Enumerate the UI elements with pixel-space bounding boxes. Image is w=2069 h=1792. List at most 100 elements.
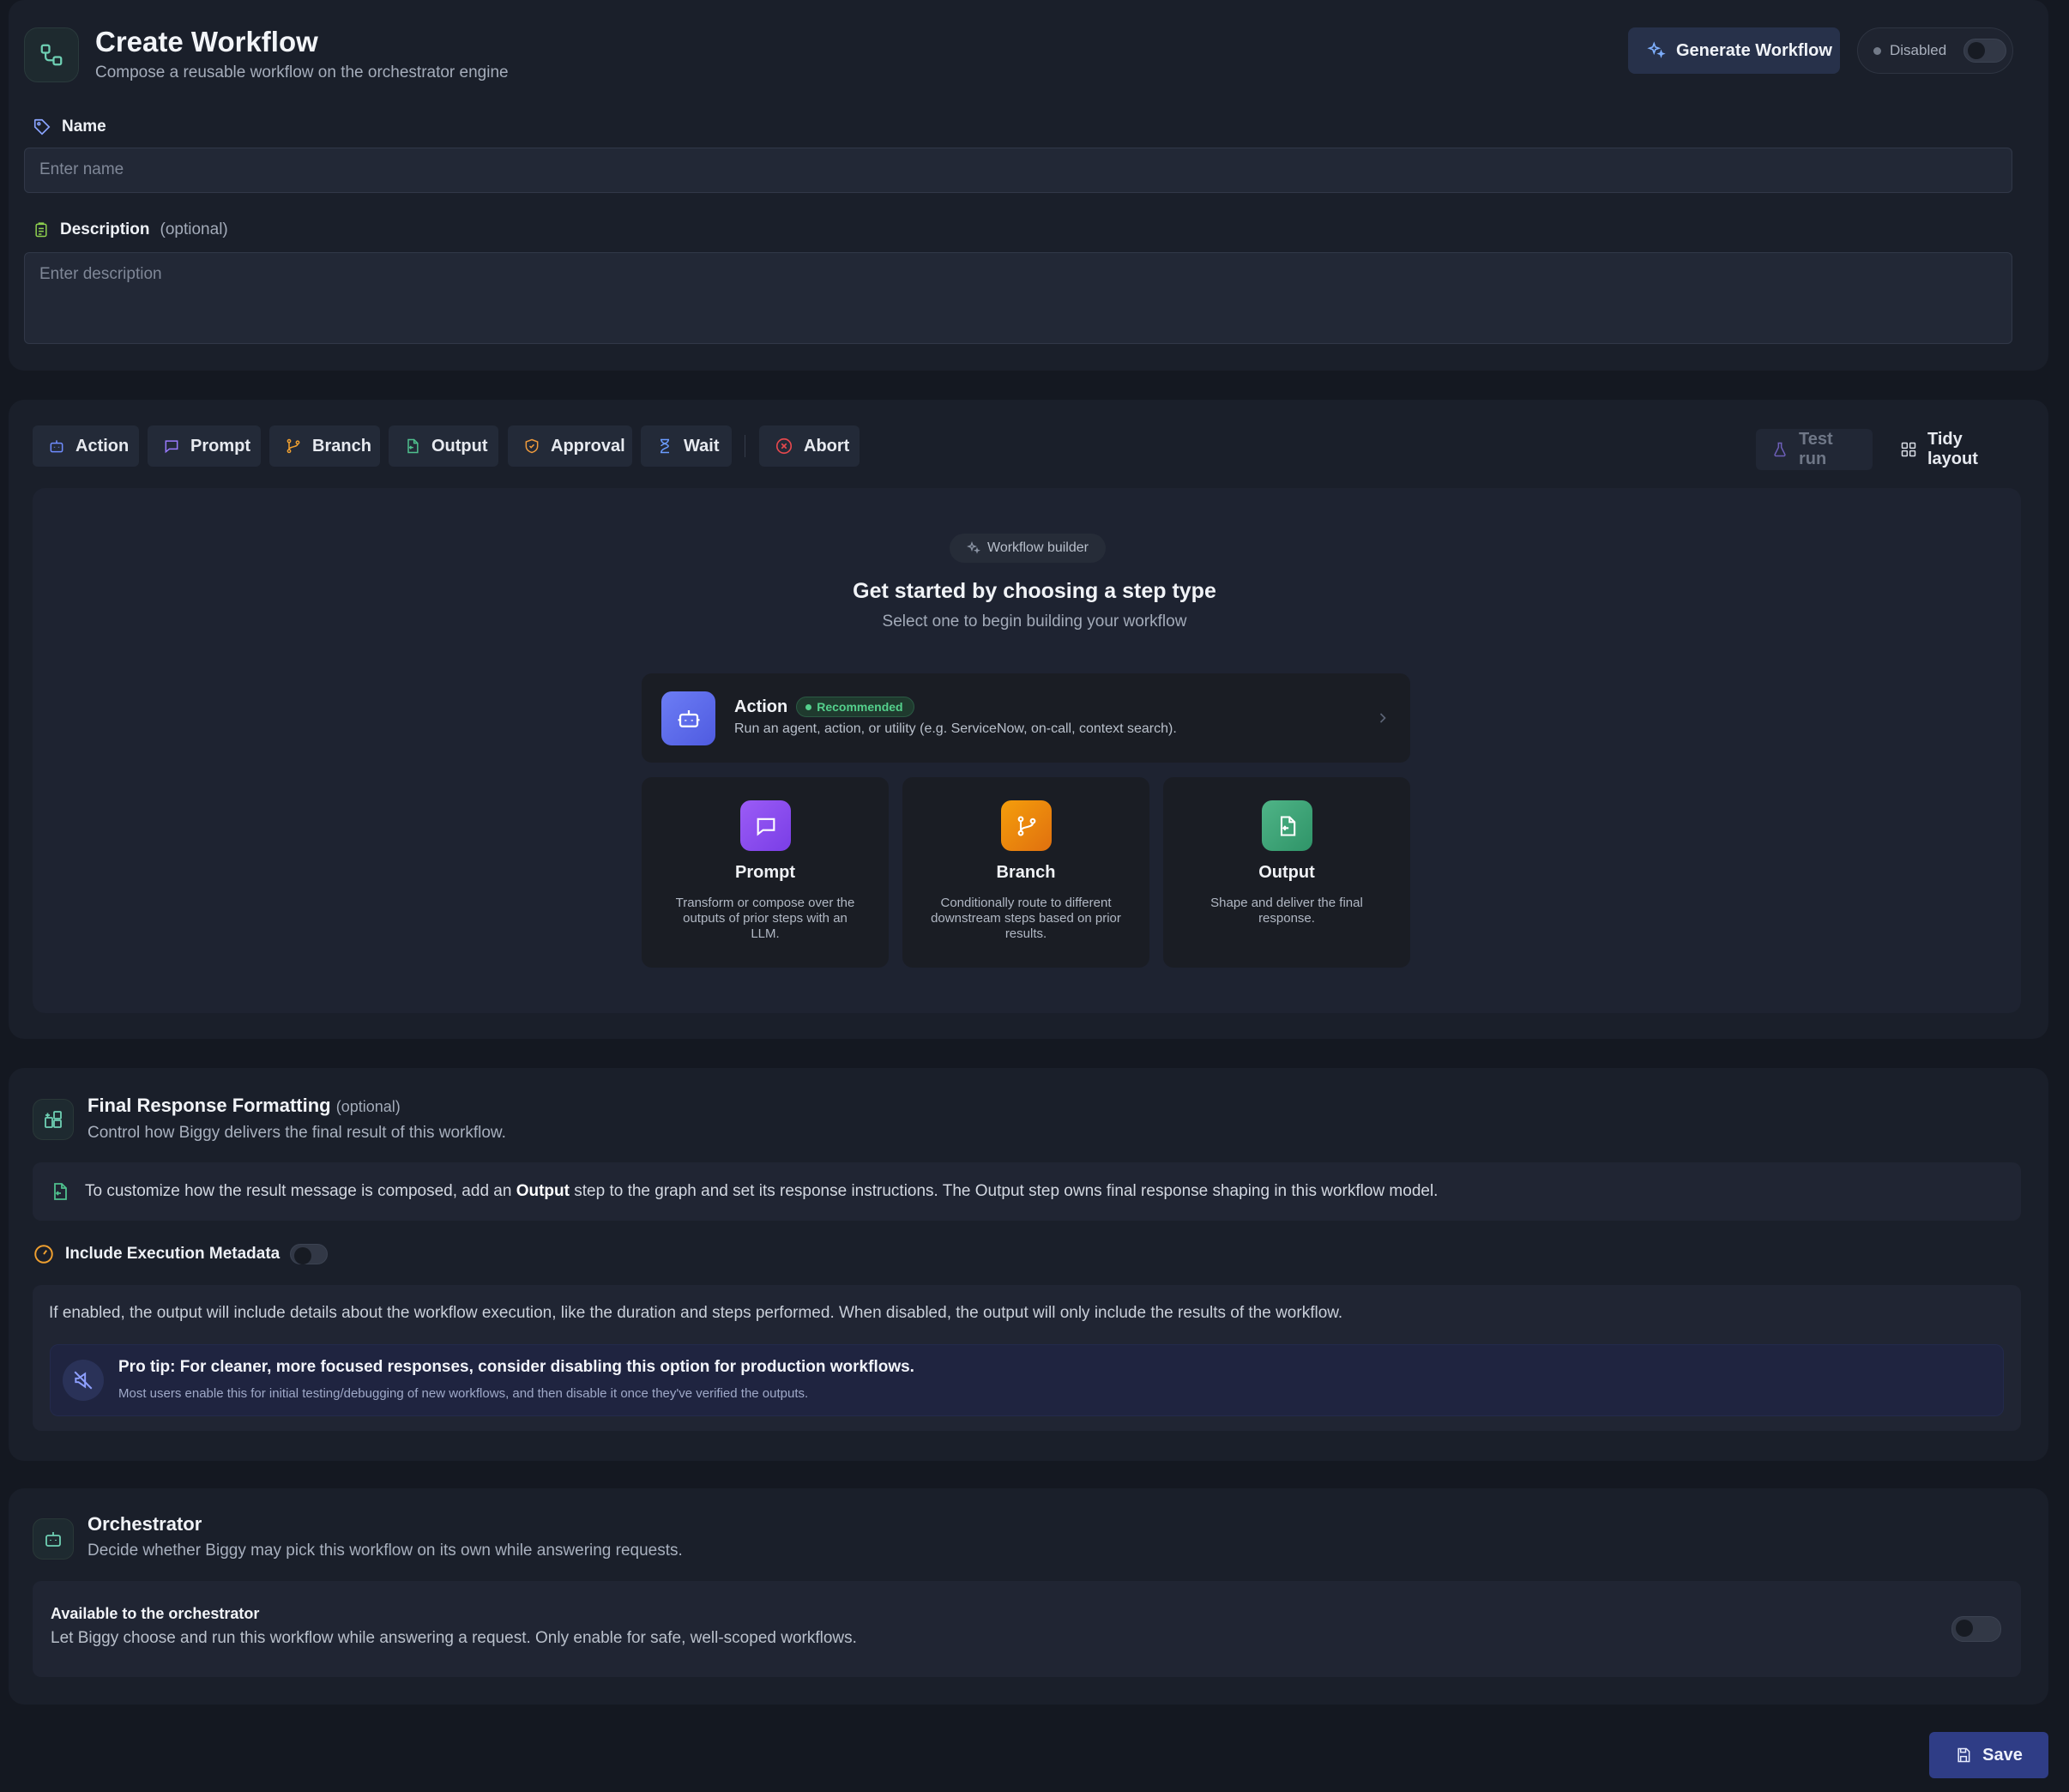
add-output-button[interactable]: Output	[389, 425, 498, 467]
orchestrator-subtitle: Decide whether Biggy may pick this workf…	[87, 1542, 683, 1560]
recommended-badge: Recommended	[796, 697, 914, 717]
add-branch-button[interactable]: Branch	[269, 425, 380, 467]
workflow-builder-pill: Workflow builder	[950, 534, 1106, 563]
name-label-row: Name	[33, 118, 106, 136]
page-title: Create Workflow	[95, 26, 318, 57]
message-icon	[163, 437, 180, 455]
add-prompt-label: Prompt	[190, 436, 250, 456]
add-branch-label: Branch	[312, 436, 371, 456]
output-info-post: step to the graph and set its response i…	[569, 1182, 1439, 1200]
pro-tip-box: Pro tip: For cleaner, more focused respo…	[50, 1344, 2004, 1416]
pro-tip-desc: Most users enable this for initial testi…	[118, 1386, 809, 1401]
add-action-button[interactable]: Action	[33, 425, 139, 467]
tidy-layout-button[interactable]: Tidy layout	[1885, 429, 2013, 470]
add-wait-label: Wait	[684, 436, 720, 456]
output-step-card[interactable]: Output Shape and deliver the final respo…	[1163, 777, 1410, 968]
final-response-title: Final Response Formatting	[87, 1095, 331, 1116]
prompt-step-card[interactable]: Prompt Transform or compose over the out…	[642, 777, 889, 968]
status-toggle[interactable]: Disabled	[1857, 27, 2013, 74]
branch-icon	[285, 437, 302, 455]
generate-workflow-label: Generate Workflow	[1676, 40, 1832, 60]
file-output-icon	[404, 437, 421, 455]
recommended-label: Recommended	[817, 700, 903, 714]
description-label-row: Description (optional)	[33, 220, 228, 239]
metadata-switch[interactable]	[290, 1244, 329, 1264]
layout-icon	[33, 1099, 74, 1140]
tag-icon	[33, 118, 51, 136]
output-card-title: Output	[1258, 863, 1315, 882]
add-abort-label: Abort	[804, 436, 850, 456]
message-icon	[740, 800, 791, 851]
action-card-desc: Run an agent, action, or utility (e.g. S…	[734, 721, 1177, 736]
final-response-optional: (optional)	[335, 1098, 401, 1115]
branch-step-card[interactable]: Branch Conditionally route to different …	[902, 777, 1149, 968]
add-output-label: Output	[431, 436, 488, 456]
test-run-button[interactable]: Test run	[1756, 429, 1873, 470]
prompt-card-desc: Transform or compose over the outputs of…	[675, 896, 855, 941]
sparkles-icon	[967, 541, 980, 555]
sparkles-icon	[1647, 41, 1666, 60]
add-wait-button[interactable]: Wait	[641, 425, 732, 467]
pro-tip-title: Pro tip: For cleaner, more focused respo…	[118, 1358, 914, 1376]
description-textarea[interactable]: Enter description	[24, 252, 2012, 344]
metadata-desc: If enabled, the output will include deta…	[49, 1304, 1343, 1322]
tidy-layout-label: Tidy layout	[1927, 430, 1978, 468]
metadata-row: Include Execution Metadata	[33, 1243, 329, 1265]
test-run-label: Test run	[1799, 430, 1833, 468]
branch-icon	[1001, 800, 1052, 851]
workflow-builder-pill-label: Workflow builder	[987, 540, 1089, 555]
flask-icon	[1771, 441, 1789, 458]
gauge-icon	[33, 1243, 55, 1265]
file-output-icon	[50, 1180, 70, 1203]
action-step-card[interactable]: Action Recommended Run an agent, action,…	[642, 673, 1410, 763]
final-response-title-row: Final Response Formatting (optional)	[87, 1095, 401, 1117]
chevron-right-icon	[1374, 708, 1391, 728]
save-button[interactable]: Save	[1929, 1732, 2048, 1778]
orchestrator-title: Orchestrator	[87, 1513, 202, 1535]
branch-card-desc: Conditionally route to different downstr…	[931, 896, 1121, 941]
robot-icon	[48, 437, 65, 455]
file-output-icon	[1262, 800, 1312, 851]
builder-title: Get started by choosing a step type	[853, 579, 1216, 603]
add-prompt-button[interactable]: Prompt	[148, 425, 261, 467]
workflow-icon	[24, 27, 79, 82]
description-label: Description	[60, 220, 150, 238]
status-switch[interactable]	[1963, 39, 2007, 63]
orchestrator-option-box: Available to the orchestrator Let Biggy …	[33, 1581, 2021, 1677]
status-label: Disabled	[1890, 42, 1947, 58]
output-info-text: To customize how the result message is c…	[85, 1182, 1438, 1201]
add-approval-button[interactable]: Approval	[508, 425, 632, 467]
name-label: Name	[62, 118, 106, 136]
robot-icon	[661, 691, 715, 745]
orchestrator-switch[interactable]	[1951, 1616, 2001, 1642]
hourglass-icon	[656, 437, 673, 455]
output-info-bold: Output	[516, 1182, 570, 1200]
x-circle-icon	[775, 437, 793, 456]
branch-card-title: Branch	[996, 863, 1056, 882]
description-optional: (optional)	[160, 220, 228, 238]
builder-subtitle: Select one to begin building your workfl…	[882, 612, 1187, 631]
megaphone-off-icon	[63, 1360, 104, 1401]
add-abort-button[interactable]: Abort	[759, 425, 860, 467]
prompt-card-title: Prompt	[735, 863, 795, 882]
save-icon	[1955, 1747, 1972, 1764]
robot-icon	[33, 1518, 74, 1560]
generate-workflow-button[interactable]: Generate Workflow	[1628, 27, 1840, 74]
recommended-dot	[805, 703, 812, 710]
orchestrator-option-title: Available to the orchestrator	[51, 1605, 260, 1622]
final-response-subtitle: Control how Biggy delivers the final res…	[87, 1124, 506, 1142]
add-action-label: Action	[75, 436, 130, 456]
name-input[interactable]: Enter name	[24, 148, 2012, 193]
clipboard-icon	[33, 220, 50, 239]
output-info-box: To customize how the result message is c…	[33, 1162, 2021, 1221]
shield-check-icon	[523, 437, 540, 455]
grid-icon	[1900, 441, 1917, 458]
output-card-desc: Shape and deliver the final response.	[1210, 896, 1363, 926]
metadata-label: Include Execution Metadata	[65, 1245, 280, 1263]
orchestrator-option-desc: Let Biggy choose and run this workflow w…	[51, 1629, 857, 1647]
action-card-title: Action	[734, 697, 788, 716]
output-info-pre: To customize how the result message is c…	[85, 1182, 516, 1200]
status-dot	[1873, 46, 1881, 55]
add-approval-label: Approval	[551, 436, 625, 456]
save-label: Save	[1982, 1745, 2023, 1765]
